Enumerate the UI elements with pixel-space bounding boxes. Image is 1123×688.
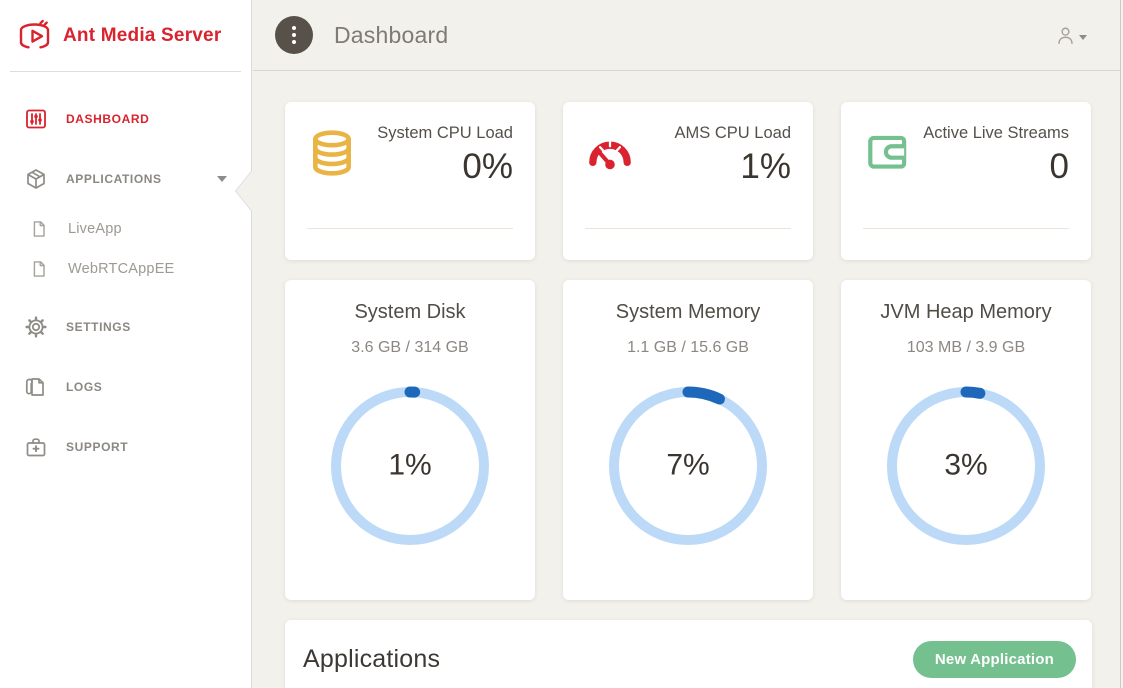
donut-gauge: 7% [603, 381, 773, 551]
applications-panel-title: Applications [303, 645, 440, 674]
ant-media-logo-icon [15, 16, 55, 56]
gauge-subtitle: 103 MB / 3.9 GB [841, 339, 1091, 357]
user-menu[interactable] [1055, 25, 1087, 46]
gauge-card-system-disk: System Disk 3.6 GB / 314 GB 1% [285, 280, 535, 600]
stat-label: AMS CPU Load [635, 122, 791, 144]
sidebar-item-label: LiveApp [68, 221, 122, 237]
speedometer-icon [585, 128, 635, 178]
chevron-down-icon[interactable] [217, 176, 227, 182]
gauge-percent: 7% [603, 448, 773, 482]
sidebar-nav: DASHBOARD APPLICATIONS LiveApp WebRTC [0, 72, 251, 477]
sidebar-item-webrtcappee[interactable]: WebRTCAppEE [0, 249, 251, 289]
chevron-down-icon [1079, 35, 1087, 40]
sidebar-item-label: APPLICATIONS [66, 172, 162, 186]
sidebar-item-label: SUPPORT [66, 440, 128, 454]
wallet-icon [863, 128, 913, 178]
stat-label: Active Live Streams [913, 122, 1069, 144]
gauge-card-row: System Disk 3.6 GB / 314 GB 1% System Me… [285, 280, 1092, 600]
stat-value: 0% [357, 147, 513, 187]
gauge-card-system-memory: System Memory 1.1 GB / 15.6 GB 7% [563, 280, 813, 600]
sidebar-item-settings[interactable]: SETTINGS [0, 297, 251, 357]
card-divider [585, 228, 791, 229]
file-icon [29, 259, 49, 279]
dashboard-icon [24, 107, 48, 131]
support-icon [24, 435, 48, 459]
kebab-menu-button[interactable] [275, 16, 313, 54]
top-header: Dashboard [253, 0, 1123, 71]
applications-icon [24, 167, 48, 191]
new-application-button[interactable]: New Application [913, 641, 1076, 678]
kebab-dot [292, 40, 296, 44]
sidebar-item-label: DASHBOARD [66, 112, 149, 126]
sidebar-item-support[interactable]: SUPPORT [0, 417, 251, 477]
settings-icon [24, 315, 48, 339]
page-title: Dashboard [334, 22, 448, 49]
user-icon [1055, 25, 1076, 46]
file-icon [29, 219, 49, 239]
sidebar-item-dashboard[interactable]: DASHBOARD [0, 89, 251, 149]
stat-card-active-streams: Active Live Streams 0 [841, 102, 1091, 260]
sidebar-item-label: SETTINGS [66, 320, 131, 334]
main-area: Dashboard System CPU Load 0% [253, 0, 1123, 688]
gauge-percent: 1% [325, 448, 495, 482]
donut-gauge: 3% [881, 381, 1051, 551]
sidebar-item-applications[interactable]: APPLICATIONS [0, 149, 251, 209]
gauge-subtitle: 3.6 GB / 314 GB [285, 339, 535, 357]
gauge-title: JVM Heap Memory [841, 301, 1091, 324]
kebab-dot [292, 33, 296, 37]
stat-value: 0 [913, 147, 1069, 187]
sidebar-item-liveapp[interactable]: LiveApp [0, 209, 251, 249]
gauge-title: System Disk [285, 301, 535, 324]
sidebar-item-label: WebRTCAppEE [68, 261, 174, 277]
brand-logo[interactable]: Ant Media Server [0, 0, 251, 71]
stat-card-row: System CPU Load 0% AMS CPU Load 1% [285, 102, 1092, 260]
kebab-dot [292, 26, 296, 30]
gauge-percent: 3% [881, 448, 1051, 482]
gauge-title: System Memory [563, 301, 813, 324]
card-divider [307, 228, 513, 229]
applications-panel: Applications New Application [285, 620, 1092, 688]
stat-label: System CPU Load [357, 122, 513, 144]
database-icon [307, 128, 357, 178]
stat-card-ams-cpu: AMS CPU Load 1% [563, 102, 813, 260]
card-divider [863, 228, 1069, 229]
stat-value: 1% [635, 147, 791, 187]
dashboard-content: System CPU Load 0% AMS CPU Load 1% [253, 71, 1123, 688]
brand-name: Ant Media Server [63, 25, 221, 47]
gauge-card-jvm-heap: JVM Heap Memory 103 MB / 3.9 GB 3% [841, 280, 1091, 600]
stat-card-system-cpu: System CPU Load 0% [285, 102, 535, 260]
sidebar-item-label: LOGS [66, 380, 102, 394]
gauge-subtitle: 1.1 GB / 15.6 GB [563, 339, 813, 357]
logs-icon [24, 375, 48, 399]
sidebar-item-logs[interactable]: LOGS [0, 357, 251, 417]
donut-gauge: 1% [325, 381, 495, 551]
sidebar: Ant Media Server DASHBOARD APPLICATIONS [0, 0, 252, 688]
